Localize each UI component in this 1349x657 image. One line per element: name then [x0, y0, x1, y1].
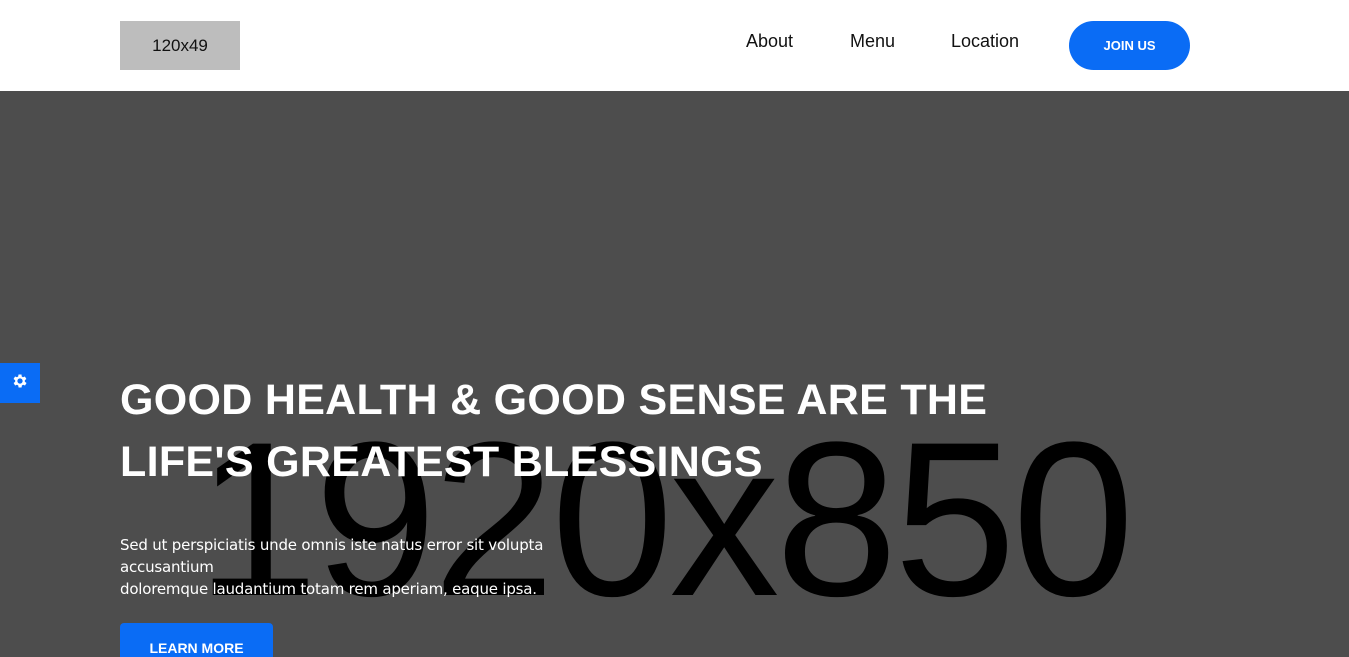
- settings-toggle[interactable]: [0, 363, 40, 403]
- hero-section: 1920x850 GOOD HEALTH & GOOD SENSE ARE TH…: [0, 91, 1349, 657]
- logo-text: 120x49: [152, 35, 208, 55]
- nav-link-menu[interactable]: Menu: [850, 31, 895, 52]
- join-us-label: JOIN US: [1103, 38, 1156, 53]
- site-header: 120x49 About Menu Location JOIN US: [0, 0, 1349, 91]
- nav-link-about[interactable]: About: [746, 31, 793, 52]
- hero-title: GOOD HEALTH & GOOD SENSE ARE THE LIFE'S …: [120, 369, 1000, 493]
- join-us-button[interactable]: JOIN US: [1069, 21, 1190, 70]
- hero-title-line-2: LIFE'S GREATEST BLESSINGS: [120, 438, 763, 486]
- hero-subtitle: Sed ut perspiciatis unde omnis iste natu…: [120, 534, 640, 600]
- hero-title-line-1: GOOD HEALTH & GOOD SENSE ARE THE: [120, 376, 988, 424]
- gear-icon: [11, 372, 29, 395]
- learn-more-label: LEARN MORE: [149, 640, 244, 656]
- hero-subtitle-line-2: doloremque laudantium totam rem aperiam,…: [120, 580, 537, 598]
- learn-more-button[interactable]: LEARN MORE: [120, 623, 273, 657]
- nav-link-location[interactable]: Location: [951, 31, 1019, 52]
- logo-placeholder[interactable]: 120x49: [120, 21, 240, 70]
- hero-subtitle-line-1: Sed ut perspiciatis unde omnis iste natu…: [120, 536, 544, 576]
